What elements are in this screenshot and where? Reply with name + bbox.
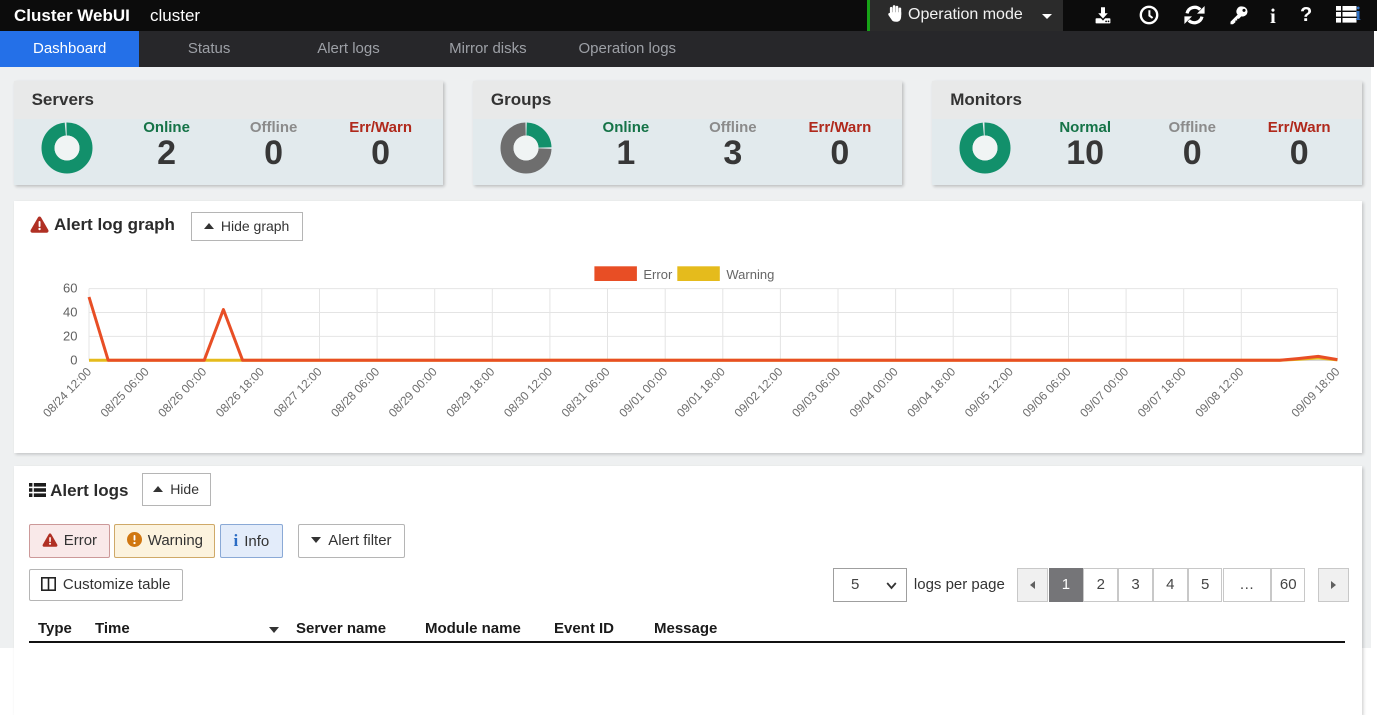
svg-text:09/09 18:00: 09/09 18:00 <box>1288 364 1342 420</box>
svg-text:09/08 12:00: 09/08 12:00 <box>1192 364 1246 420</box>
svg-text:09/01 00:00: 09/01 00:00 <box>616 364 670 420</box>
svg-text:i: i <box>1356 6 1361 25</box>
svg-text:09/05 12:00: 09/05 12:00 <box>961 364 1015 420</box>
svg-text:08/29 18:00: 08/29 18:00 <box>443 364 497 420</box>
svg-text:08/25 06:00: 08/25 06:00 <box>97 364 151 420</box>
svg-text:08/31 06:00: 08/31 06:00 <box>558 364 612 420</box>
svg-text:09/03 06:00: 09/03 06:00 <box>789 364 843 420</box>
svg-text:20: 20 <box>63 328 77 343</box>
svg-text:40: 40 <box>63 305 77 320</box>
svg-text:08/30 12:00: 08/30 12:00 <box>501 364 555 420</box>
svg-text:Error: Error <box>643 267 673 282</box>
svg-text:09/02 12:00: 09/02 12:00 <box>731 364 785 420</box>
svg-text:0: 0 <box>70 352 77 367</box>
svg-text:08/24 12:00: 08/24 12:00 <box>40 364 94 420</box>
svg-text:09/01 18:00: 09/01 18:00 <box>673 364 727 420</box>
svg-text:Warning: Warning <box>726 267 774 282</box>
svg-text:08/29 00:00: 08/29 00:00 <box>385 364 439 420</box>
svg-text:09/07 00:00: 09/07 00:00 <box>1077 364 1131 420</box>
svg-text:09/04 00:00: 09/04 00:00 <box>846 364 900 420</box>
svg-text:09/04 18:00: 09/04 18:00 <box>904 364 958 420</box>
svg-text:08/28 06:00: 08/28 06:00 <box>328 364 382 420</box>
svg-text:08/26 18:00: 08/26 18:00 <box>212 364 266 420</box>
svg-text:08/26 00:00: 08/26 00:00 <box>155 364 209 420</box>
svg-text:08/27 12:00: 08/27 12:00 <box>270 364 324 420</box>
svg-text:60: 60 <box>63 281 77 296</box>
svg-text:09/07 18:00: 09/07 18:00 <box>1134 364 1188 420</box>
svg-text:09/06 06:00: 09/06 06:00 <box>1019 364 1073 420</box>
